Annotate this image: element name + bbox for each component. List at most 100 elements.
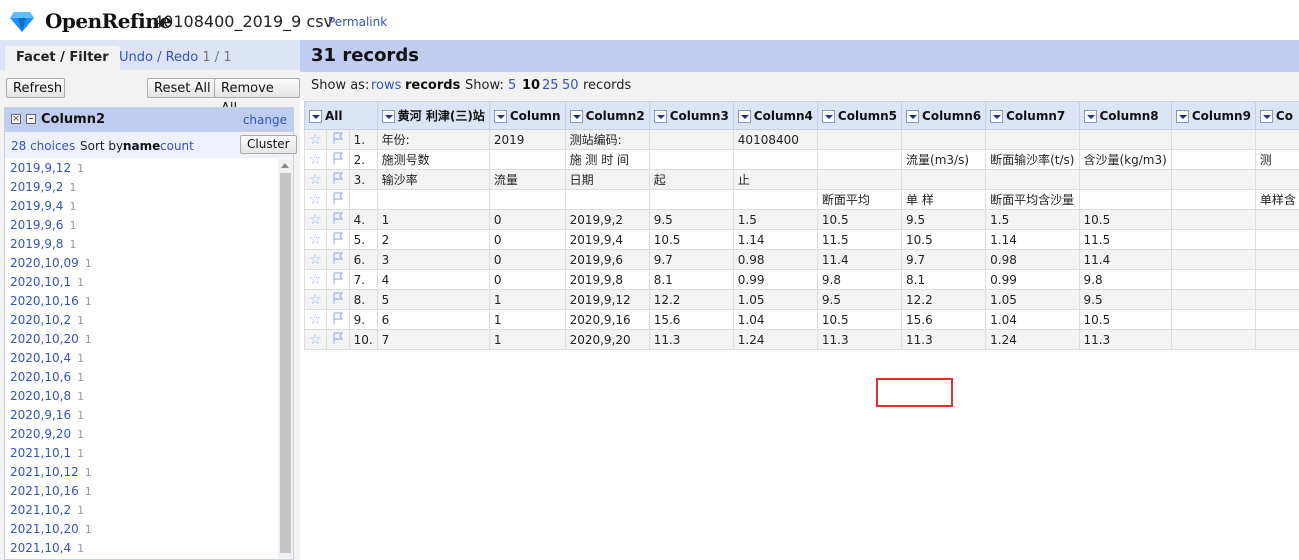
table-cell[interactable] — [1254, 209, 1299, 230]
table-cell[interactable]: 2020,9,16 — [564, 309, 650, 330]
table-cell[interactable]: 9.5 — [648, 209, 734, 230]
rows-mode-link[interactable]: rows — [371, 78, 401, 93]
facet-choice[interactable]: 2019,9,8 1 — [5, 235, 277, 254]
table-cell[interactable]: 1.05 — [732, 289, 818, 310]
flag-icon[interactable] — [325, 329, 350, 350]
table-cell[interactable]: 10.5 — [816, 309, 903, 330]
table-cell[interactable]: 11.4 — [816, 249, 903, 270]
column-header[interactable]: Column2 — [564, 101, 650, 130]
facet-choice[interactable]: 2021,10,4 1 — [5, 539, 277, 558]
table-cell[interactable] — [1254, 129, 1299, 150]
facet-choice-value[interactable]: 2020,10,20 — [10, 332, 79, 346]
table-cell[interactable]: 40108400 — [732, 129, 818, 150]
table-cell[interactable]: 2019 — [488, 129, 566, 150]
facet-choice[interactable]: 2019,9,4 1 — [5, 197, 277, 216]
facet-choice-value[interactable]: 2021,10,4 — [10, 541, 71, 555]
table-cell[interactable]: 0.99 — [732, 269, 818, 290]
table-cell[interactable]: 10.5 — [1078, 309, 1172, 330]
dropdown-arrow-icon[interactable] — [737, 109, 751, 123]
table-cell[interactable]: 测站编码: — [564, 129, 650, 150]
facet-choice[interactable]: 2021,10,12 1 — [5, 463, 277, 482]
facet-choice-value[interactable]: 2021,10,2 — [10, 503, 71, 517]
dropdown-arrow-icon[interactable] — [309, 109, 322, 123]
column-header-all[interactable]: All — [304, 101, 378, 130]
table-cell[interactable]: 11.3 — [648, 329, 734, 350]
star-icon[interactable]: ☆ — [304, 269, 327, 290]
column-header[interactable]: Column9 — [1170, 101, 1256, 130]
table-cell[interactable]: 止 — [732, 169, 818, 190]
table-cell[interactable]: 单样含 — [1254, 189, 1299, 210]
table-cell[interactable] — [1254, 269, 1299, 290]
column-header[interactable]: 黄河 利津(三)站 — [376, 101, 490, 130]
table-cell[interactable] — [376, 189, 490, 210]
table-cell[interactable] — [985, 169, 1080, 190]
dropdown-arrow-icon[interactable] — [569, 109, 583, 123]
flag-icon[interactable] — [325, 289, 350, 310]
facet-choice-value[interactable]: 2021,10,12 — [10, 465, 79, 479]
table-cell[interactable] — [985, 129, 1080, 150]
facet-choice-value[interactable]: 2019,9,8 — [10, 237, 63, 251]
facet-choice[interactable]: 2020,10,8 1 — [5, 387, 277, 406]
table-cell[interactable] — [901, 129, 987, 150]
star-icon[interactable]: ☆ — [304, 309, 327, 330]
facet-choice-value[interactable]: 2020,10,1 — [10, 275, 71, 289]
cluster-button[interactable]: Cluster — [240, 135, 297, 154]
table-cell[interactable]: 日期 — [564, 169, 650, 190]
table-cell[interactable] — [1254, 229, 1299, 250]
flag-icon[interactable] — [325, 269, 350, 290]
table-cell[interactable] — [1170, 169, 1256, 190]
table-cell[interactable]: 2019,9,8 — [564, 269, 650, 290]
facet-choice[interactable]: 2020,10,1 1 — [5, 273, 277, 292]
facet-choice[interactable]: 2020,10,6 1 — [5, 368, 277, 387]
dropdown-arrow-icon[interactable] — [1175, 109, 1189, 123]
table-cell[interactable] — [1170, 309, 1256, 330]
facet-choice-value[interactable]: 2019,9,12 — [10, 161, 71, 175]
facet-choice-value[interactable]: 2021,10,16 — [10, 484, 79, 498]
table-cell[interactable] — [648, 189, 734, 210]
table-cell[interactable]: 11.4 — [1078, 249, 1172, 270]
column-header[interactable]: Column3 — [648, 101, 734, 130]
flag-icon[interactable] — [325, 129, 350, 150]
table-cell[interactable]: 0 — [488, 229, 566, 250]
column-header[interactable]: Co — [1254, 101, 1299, 130]
table-cell[interactable]: 11.5 — [1078, 229, 1172, 250]
table-cell[interactable] — [488, 189, 566, 210]
table-cell[interactable]: 1.04 — [732, 309, 818, 330]
table-cell[interactable]: 0.99 — [985, 269, 1080, 290]
table-cell[interactable] — [488, 149, 566, 170]
table-cell[interactable]: 10.5 — [816, 209, 903, 230]
facet-choice[interactable]: 2020,10,09 1 — [5, 254, 277, 273]
flag-icon[interactable] — [325, 149, 350, 170]
table-cell[interactable] — [816, 169, 903, 190]
table-cell[interactable]: 含沙量(kg/m3) — [1078, 149, 1172, 170]
star-icon[interactable]: ☆ — [304, 229, 327, 250]
table-cell[interactable]: 2020,9,20 — [564, 329, 650, 350]
star-icon[interactable]: ☆ — [304, 149, 327, 170]
flag-icon[interactable] — [325, 249, 350, 270]
star-icon[interactable]: ☆ — [304, 329, 327, 350]
table-cell[interactable] — [1170, 269, 1256, 290]
column-header[interactable]: Column5 — [816, 101, 903, 130]
scroll-up-icon[interactable] — [281, 163, 289, 168]
table-cell[interactable] — [1254, 309, 1299, 330]
table-cell[interactable] — [1170, 289, 1256, 310]
table-cell[interactable] — [648, 149, 734, 170]
facet-choice[interactable]: 2020,10,2 1 — [5, 311, 277, 330]
table-cell[interactable]: 2 — [376, 229, 490, 250]
facet-choice[interactable]: 2020,10,20 1 — [5, 330, 277, 349]
table-cell[interactable] — [1254, 249, 1299, 270]
table-cell[interactable]: 1.24 — [985, 329, 1080, 350]
facet-choice[interactable]: 2020,10,4 1 — [5, 349, 277, 368]
table-cell[interactable] — [732, 189, 818, 210]
dropdown-arrow-icon[interactable] — [821, 109, 835, 123]
dropdown-arrow-icon[interactable] — [381, 110, 395, 123]
table-cell[interactable]: 年份: — [376, 129, 490, 150]
column-header[interactable]: Column — [488, 101, 566, 130]
table-cell[interactable]: 1 — [376, 209, 490, 230]
page-size-50[interactable]: 50 — [562, 78, 579, 93]
table-cell[interactable]: 施测号数 — [376, 149, 490, 170]
facet-choice[interactable]: 2021,10,16 1 — [5, 482, 277, 501]
facet-choice[interactable]: 2020,9,20 1 — [5, 425, 277, 444]
table-cell[interactable]: 断面平均含沙量 — [985, 189, 1080, 210]
facet-choice-value[interactable]: 2019,9,6 — [10, 218, 63, 232]
